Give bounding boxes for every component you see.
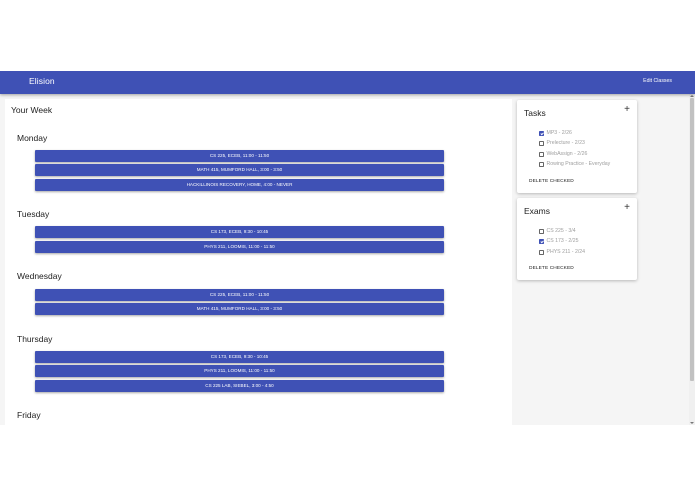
plus-icon[interactable]: + [624,203,630,213]
day-title-friday: Friday [17,410,41,420]
checkbox[interactable] [539,140,544,146]
tasks-title: Tasks [524,108,546,118]
exam-item[interactable]: CS 173 - 2/25 [539,237,579,245]
exam-label: PHYS 211 - 2/24 [546,249,586,255]
task-label: Prelecture - 2/23 [546,140,585,146]
checkbox[interactable] [539,151,544,157]
day-title-thursday: Thursday [17,334,53,344]
exams-title: Exams [524,206,550,216]
week-title: Your Week [11,105,53,115]
day-title-wednesday: Wednesday [17,271,62,281]
class-block[interactable]: PHYS 211, LOOMIS, 11:00 - 11:50 [35,241,444,253]
day-title-tuesday: Tuesday [17,209,50,219]
delete-checked-tasks-button[interactable]: DELETE CHECKED [529,179,574,184]
checkbox[interactable] [539,161,544,167]
checkbox[interactable] [539,249,544,255]
class-block[interactable]: MATH 415, MUMFORD HALL, 3:00 - 3:50 [35,303,444,315]
app-window: Elision Edit Classes Your Week Monday CS… [0,71,695,425]
checkbox-checked[interactable] [539,130,544,136]
class-block[interactable]: CS 225 LAB, SIEBEL, 3:00 - 4:50 [35,380,444,392]
tasks-card: Tasks + MP3 - 2/26 Prelecture - 2/23 Web… [517,100,637,193]
checkbox[interactable] [539,228,544,234]
task-label: MP3 - 2/26 [546,130,572,136]
class-block[interactable]: PHYS 211, LOOMIS, 11:00 - 11:50 [35,365,444,377]
class-block[interactable]: HACKILLINOIS RECOVERY, HOME, 4:00 - NEVE… [35,179,444,191]
top-app-bar: Elision Edit Classes [0,71,695,94]
edit-classes-button[interactable]: Edit Classes [643,78,672,84]
class-block[interactable]: CS 225, ECEB, 11:00 - 11:50 [35,150,444,162]
exam-label: CS 173 - 2/25 [546,238,579,244]
class-block[interactable]: CS 173, ECEB, 9:30 - 10:45 [35,226,444,238]
class-block[interactable]: CS 225, ECEB, 11:00 - 11:50 [35,289,444,301]
vertical-scrollbar[interactable] [689,94,695,425]
task-item[interactable]: Rowing Practice - Everyday [539,160,610,168]
week-panel: Your Week Monday CS 225, ECEB, 11:00 - 1… [5,99,512,425]
class-block[interactable]: CS 173, ECEB, 9:30 - 10:45 [35,351,444,363]
exams-card: Exams + CS 225 - 3/4 CS 173 - 2/25 PHYS … [517,198,637,280]
exam-item[interactable]: PHYS 211 - 2/24 [539,248,585,256]
task-label: Rowing Practice - Everyday [546,161,611,167]
scroll-down-arrow-icon[interactable] [690,422,694,424]
task-item[interactable]: WebAssign - 2/26 [539,150,587,158]
app-title: Elision [29,76,55,86]
task-item[interactable]: MP3 - 2/26 [539,129,572,137]
task-label: WebAssign - 2/26 [546,151,588,157]
scroll-up-arrow-icon[interactable] [690,95,694,97]
exam-label: CS 225 - 3/4 [546,228,576,234]
plus-icon[interactable]: + [624,105,630,115]
day-title-monday: Monday [17,133,48,143]
scrollbar-thumb[interactable] [690,98,694,381]
class-block[interactable]: MATH 415, MUMFORD HALL, 3:00 - 3:50 [35,164,444,176]
checkbox-checked[interactable] [539,238,544,244]
task-item[interactable]: Prelecture - 2/23 [539,139,585,147]
delete-checked-exams-button[interactable]: DELETE CHECKED [529,266,574,271]
exam-item[interactable]: CS 225 - 3/4 [539,227,576,235]
